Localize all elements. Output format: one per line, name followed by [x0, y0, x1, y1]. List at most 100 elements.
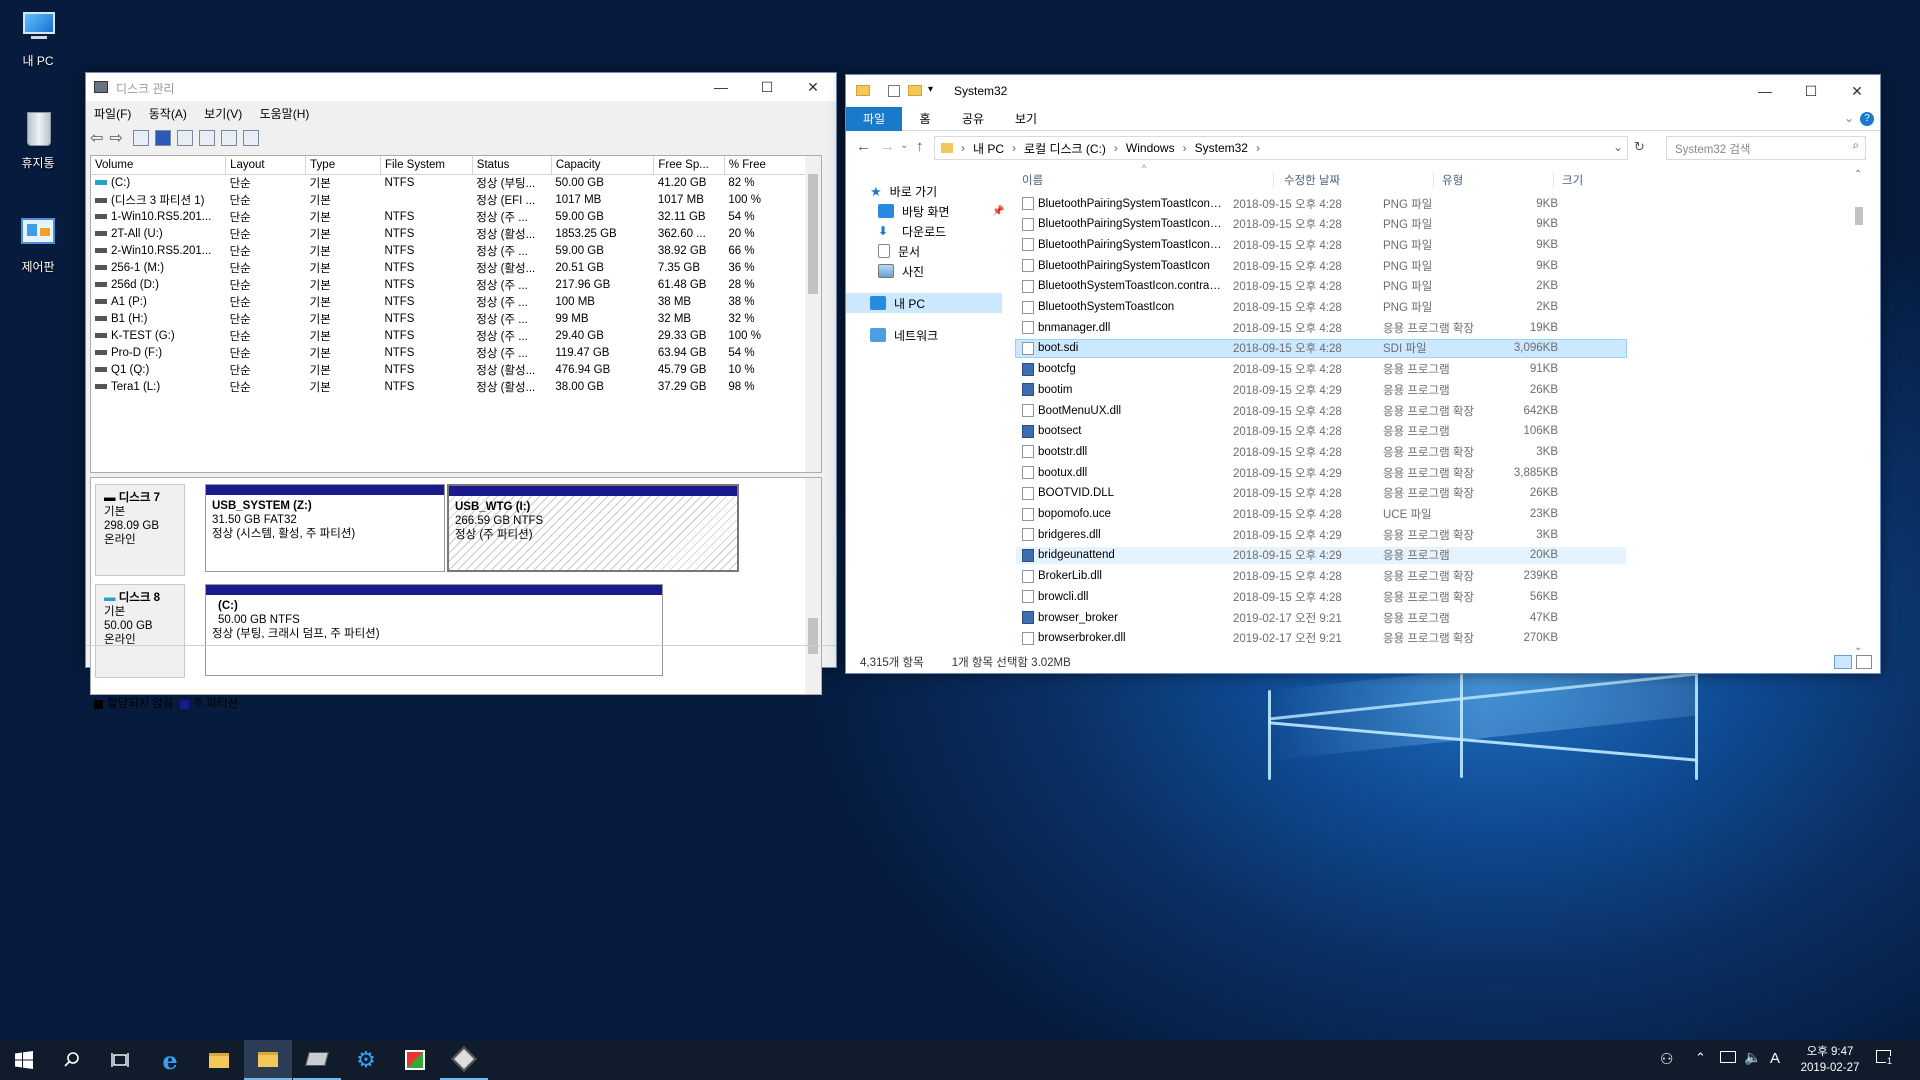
file-row[interactable]: bootcfg 2018-09-15 오후 4:28 응용 프로그램 91KB	[1016, 361, 1626, 378]
properties-icon[interactable]	[132, 130, 149, 146]
file-row[interactable]: BootMenuUX.dll 2018-09-15 오후 4:28 응용 프로그램 …	[1016, 402, 1626, 419]
nav-documents[interactable]: 문서	[846, 241, 1006, 261]
search-box[interactable]: System32 검색 ⌕	[1666, 136, 1866, 160]
file-row[interactable]: bootstr.dll 2018-09-15 오후 4:28 응용 프로그램 확장 3…	[1016, 443, 1626, 460]
maximize-button[interactable]: ☐	[1788, 75, 1834, 107]
file-row[interactable]: bridgeres.dll 2018-09-15 오후 4:29 응용 프로그램 확…	[1016, 526, 1626, 543]
nav-network[interactable]: 네트워크	[846, 325, 1006, 345]
volume-row[interactable]: B1 (H:) 단순 기본 NTFS 정상 (주 ... 99 MB 32 MB 32 %	[91, 310, 821, 327]
menu-file[interactable]: 파일(F)	[94, 107, 131, 121]
volume-row[interactable]: K-TEST (G:) 단순 기본 NTFS 정상 (주 ... 29.40 GB 29.3…	[91, 327, 821, 344]
nav-desktop[interactable]: 바탕 화면 📌	[846, 201, 1006, 221]
column-date[interactable]: 수정한 날짜	[1274, 172, 1434, 188]
volume-row[interactable]: (C:) 단순 기본 NTFS 정상 (부팅... 50.00 GB 41.20 GB 82 …	[91, 174, 821, 191]
address-bar[interactable]: › 내 PC › 로컬 디스크 (C:) › Windows › System3…	[934, 136, 1628, 160]
people-icon[interactable]: ⚇	[1660, 1050, 1673, 1068]
help-icon[interactable]	[154, 130, 171, 146]
tab-share[interactable]: 공유	[948, 110, 998, 127]
column-header[interactable]: Volume	[91, 156, 227, 175]
volume-icon[interactable]: 🔈	[1744, 1049, 1761, 1066]
volume-row[interactable]: 1-Win10.RS5.201... 단순 기본 NTFS 정상 (주 ... 59.00…	[91, 208, 821, 225]
file-row[interactable]: browcli.dll 2018-09-15 오후 4:28 응용 프로그램 확장 5…	[1016, 588, 1626, 605]
menu-view[interactable]: 보기(V)	[204, 107, 242, 121]
volume-row[interactable]: 256d (D:) 단순 기본 NTFS 정상 (주 ... 217.96 GB 61.48…	[91, 276, 821, 293]
menu-help[interactable]: 도움말(H)	[260, 107, 310, 121]
network-icon[interactable]	[1720, 1051, 1736, 1063]
close-button[interactable]: ✕	[790, 73, 836, 101]
details-view-icon[interactable]	[1834, 655, 1852, 669]
pin-icon[interactable]: 📌	[992, 206, 1004, 217]
file-row[interactable]: bridgeunattend 2018-09-15 오후 4:29 응용 프로그램 2…	[1016, 546, 1626, 564]
partition-usb-wtg[interactable]: USB_WTG (I:) 266.59 GB NTFS 정상 (주 파티션)	[447, 484, 739, 572]
back-icon[interactable]: ⇦	[90, 128, 103, 148]
maximize-button[interactable]: ☐	[744, 73, 790, 101]
recent-locations-icon[interactable]: ⌄	[900, 140, 908, 151]
desktop-icon-this-pc[interactable]: 내 PC	[0, 8, 76, 69]
column-header[interactable]: Free Sp...	[653, 156, 725, 175]
breadcrumb-windows[interactable]: Windows	[1126, 141, 1175, 155]
start-button[interactable]	[0, 1040, 48, 1080]
breadcrumb-system32[interactable]: System32	[1195, 141, 1248, 155]
desktop-icon-recycle-bin[interactable]: 휴지통	[0, 110, 76, 171]
properties-icon[interactable]	[888, 85, 900, 97]
title-bar[interactable]: ▾ System32 — ☐ ✕	[846, 75, 1880, 107]
title-bar[interactable]: 디스크 관리 — ☐ ✕	[86, 73, 836, 101]
volume-row[interactable]: (디스크 3 파티션 1) 단순 기본 정상 (EFI ... 1017 MB 1017 …	[91, 191, 821, 208]
taskbar-file-explorer-active[interactable]	[244, 1040, 292, 1080]
up-icon[interactable]: ↑	[916, 138, 924, 155]
search-button[interactable]	[48, 1040, 96, 1080]
volume-row[interactable]: A1 (P:) 단순 기본 NTFS 정상 (주 ... 100 MB 38 MB 38 %	[91, 293, 821, 310]
forward-icon[interactable]: ⇨	[109, 128, 122, 148]
taskbar-file-explorer[interactable]	[195, 1040, 243, 1080]
breadcrumb-local-disk[interactable]: 로컬 디스크 (C:)	[1024, 140, 1106, 157]
nav-downloads[interactable]: ⬇ 다운로드	[846, 221, 1006, 241]
address-dropdown-icon[interactable]: ⌄	[1613, 140, 1623, 154]
tab-file[interactable]: 파일	[846, 106, 902, 131]
volume-row[interactable]: Pro-D (F:) 단순 기본 NTFS 정상 (주 ... 119.47 GB 63.9…	[91, 344, 821, 361]
file-row[interactable]: BluetoothSystemToastIcon.contrast-white 2…	[1016, 278, 1626, 295]
volume-row[interactable]: 256-1 (M:) 단순 기본 NTFS 정상 (활성... 20.51 GB 7.35 …	[91, 259, 821, 276]
file-row[interactable]: boot.sdi 2018-09-15 오후 4:28 SDI 파일 3,096KB	[1015, 338, 1627, 358]
taskbar-edge[interactable]: e	[146, 1040, 194, 1080]
desktop-icon-control-panel[interactable]: 제어판	[0, 214, 76, 275]
action-center-button[interactable]: 1	[1876, 1050, 1896, 1068]
file-row[interactable]: bootsect 2018-09-15 오후 4:28 응용 프로그램 106KB	[1016, 423, 1626, 440]
file-row[interactable]: BluetoothPairingSystemToastIcon.contra..…	[1016, 216, 1626, 233]
taskbar-settings-tool[interactable]: ⚙	[342, 1040, 390, 1080]
column-size[interactable]: 크기	[1554, 172, 1630, 188]
column-type[interactable]: 유형	[1434, 172, 1554, 188]
taskbar-disk-management[interactable]	[293, 1040, 341, 1080]
view-icon[interactable]	[176, 130, 193, 146]
minimize-button[interactable]: —	[698, 73, 744, 101]
ribbon-expand-icon[interactable]: ⌄	[1844, 111, 1854, 125]
check-icon[interactable]	[220, 130, 237, 146]
file-row[interactable]: BOOTVID.DLL 2018-09-15 오후 4:28 응용 프로그램 확장 2…	[1016, 485, 1626, 502]
tab-view[interactable]: 보기	[998, 110, 1054, 127]
file-row[interactable]: BluetoothPairingSystemToastIcon.contra..…	[1016, 195, 1626, 212]
forward-icon[interactable]: →	[880, 138, 895, 155]
file-list-scrollbar[interactable]: ⌃ ⌄	[1852, 169, 1866, 653]
column-header[interactable]: File System	[380, 156, 473, 175]
column-header[interactable]: Status	[472, 156, 552, 175]
column-header[interactable]: Layout	[225, 156, 307, 175]
column-header[interactable]: Type	[305, 156, 381, 175]
menu-action[interactable]: 동작(A)	[149, 107, 187, 121]
quick-access-dropdown-icon[interactable]: ▾	[928, 84, 933, 95]
file-row[interactable]: bnmanager.dll 2018-09-15 오후 4:28 응용 프로그램 확…	[1016, 319, 1626, 336]
file-row[interactable]: browser_broker 2019-02-17 오전 9:21 응용 프로그램 4…	[1016, 609, 1626, 626]
nav-pictures[interactable]: 사진	[846, 261, 1006, 281]
scrollbar-thumb[interactable]	[808, 174, 818, 294]
disk-7-label[interactable]: ▬ 디스크 7 기본 298.09 GB 온라인	[95, 484, 185, 576]
scrollbar-thumb[interactable]	[1855, 207, 1863, 225]
taskbar-app-red[interactable]	[391, 1040, 439, 1080]
partition-usb-system[interactable]: USB_SYSTEM (Z:) 31.50 GB FAT32 정상 (시스템, …	[205, 484, 445, 572]
minimize-button[interactable]: —	[1742, 75, 1788, 107]
volume-row[interactable]: Q1 (Q:) 단순 기본 NTFS 정상 (활성... 476.94 GB 45.79 G…	[91, 361, 821, 378]
back-icon[interactable]: ←	[856, 138, 871, 155]
volume-list-scrollbar[interactable]	[805, 156, 821, 472]
tab-home[interactable]: 홈	[902, 110, 948, 127]
file-row[interactable]: BluetoothPairingSystemToastIcon.contra..…	[1016, 236, 1626, 253]
file-row[interactable]: bootim 2018-09-15 오후 4:29 응용 프로그램 26KB	[1016, 381, 1626, 398]
column-header[interactable]: Capacity	[551, 156, 655, 175]
column-name[interactable]: 이름	[1016, 172, 1274, 188]
